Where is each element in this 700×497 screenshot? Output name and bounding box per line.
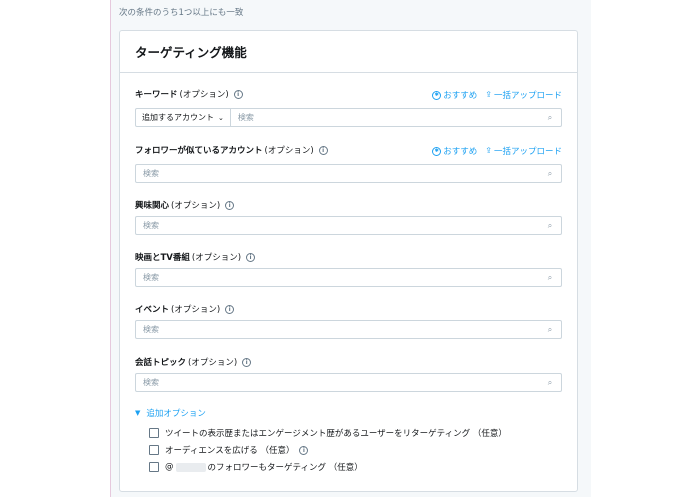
optional-text: (オプション) [171, 201, 221, 211]
lightbulb-circle-icon: ✱ [432, 90, 442, 100]
upload-icon: ⇪ [485, 90, 492, 99]
interests-label-text: 興味関心 [135, 201, 170, 211]
optional-text: (オプション) [179, 90, 229, 100]
search-placeholder: 検索 [143, 273, 159, 282]
events-label-text: イベント [135, 305, 170, 315]
expand-audience-option[interactable]: オーディエンスを広げる （任意） i [149, 444, 309, 456]
info-icon[interactable]: i [225, 304, 235, 314]
follower-links: ✱ おすすめ ⇪ 一括アップロード [432, 145, 562, 157]
follower-targeting-label: のフォロワーもターゲティング （任意） [207, 463, 363, 473]
search-icon[interactable]: ⌕ [543, 113, 557, 123]
movies-tv-label-text: 映画とTV番組 [135, 253, 190, 263]
recommend-label: おすすめ [443, 91, 478, 101]
search-icon[interactable]: ⌕ [543, 169, 557, 179]
recommend-link[interactable]: ✱ おすすめ [432, 89, 477, 101]
dropdown-selected: 追加するアカウント [142, 113, 214, 122]
card-header: ターゲティング機能 [120, 31, 577, 73]
retarget-checkbox[interactable] [149, 428, 159, 438]
events-label: イベント (オプション) i [135, 303, 562, 315]
retarget-option[interactable]: ツイートの表示歴またはエンゲージメント歴があるユーザーをリターゲティング （任意… [149, 427, 507, 439]
triangle-down-icon: ▼ [135, 409, 141, 417]
targeting-card: ターゲティング機能 キーワード (オプション) i ✱ おすすめ ⇪ 一括アップロー… [119, 30, 578, 492]
keyword-links: ✱ おすすめ ⇪ 一括アップロード [432, 89, 562, 101]
follower-targeting-at: @ [165, 462, 174, 472]
events-section: イベント (オプション) i 検索 ⌕ [135, 303, 562, 339]
search-icon[interactable]: ⌕ [543, 325, 557, 335]
optional-text: (オプション) [171, 305, 221, 315]
keyword-account-dropdown[interactable]: 追加するアカウント ⌄ [136, 109, 231, 126]
bulk-upload-label: 一括アップロード [493, 147, 562, 157]
interests-search-input[interactable]: 検索 ⌕ [135, 216, 562, 235]
info-icon[interactable]: i [299, 445, 309, 455]
keyword-section: キーワード (オプション) i ✱ おすすめ ⇪ 一括アップロード 追加するアカウン… [135, 88, 562, 127]
follower-lookalike-search-input[interactable]: 検索 ⌕ [135, 164, 562, 183]
follower-lookalike-label-text: フォロワーが似ているアカウント [135, 146, 263, 156]
search-placeholder: 検索 [143, 378, 159, 387]
redacted-handle [175, 462, 206, 472]
lightbulb-circle-icon: ✱ [432, 146, 442, 156]
search-icon[interactable]: ⌕ [543, 221, 557, 231]
conversation-topics-search-input[interactable]: 検索 ⌕ [135, 373, 562, 392]
bulk-upload-label: 一括アップロード [493, 91, 562, 101]
info-icon[interactable]: i [225, 200, 235, 210]
bulk-upload-link[interactable]: ⇪ 一括アップロード [485, 89, 562, 102]
expand-audience-label: オーディエンスを広げる （任意） [165, 446, 295, 456]
conversation-topics-label-text: 会話トピック [135, 358, 187, 368]
upload-icon: ⇪ [485, 146, 492, 155]
bulk-upload-link[interactable]: ⇪ 一括アップロード [485, 145, 562, 158]
interests-section: 興味関心 (オプション) i 検索 ⌕ [135, 199, 562, 235]
additional-options-label: 追加オプション [146, 409, 206, 419]
chevron-down-icon: ⌄ [218, 113, 224, 122]
movies-tv-section: 映画とTV番組 (オプション) i 検索 ⌕ [135, 251, 562, 287]
conversation-topics-section: 会話トピック (オプション) i 検索 ⌕ [135, 356, 562, 392]
conversation-topics-label: 会話トピック (オプション) i [135, 356, 562, 368]
optional-text: (オプション) [191, 253, 242, 263]
info-icon[interactable]: i [318, 145, 328, 155]
search-icon[interactable]: ⌕ [543, 273, 557, 283]
keyword-search-input[interactable]: 追加するアカウント ⌄ 検索 ⌕ [135, 108, 562, 127]
search-placeholder: 検索 [143, 221, 159, 230]
movies-tv-label: 映画とTV番組 (オプション) i [135, 251, 562, 263]
follower-targeting-option[interactable]: @ のフォロワーもターゲティング （任意） [149, 461, 363, 473]
follower-lookalike-section: フォロワーが似ているアカウント (オプション) i ✱ おすすめ ⇪ 一括アップロー… [135, 144, 562, 183]
retarget-label: ツイートの表示歴またはエンゲージメント歴があるユーザーをリターゲティング （任意… [165, 429, 507, 439]
movies-tv-search-input[interactable]: 検索 ⌕ [135, 268, 562, 287]
keyword-label-text: キーワード [135, 90, 178, 100]
info-icon[interactable]: i [233, 89, 243, 99]
search-icon[interactable]: ⌕ [543, 378, 557, 388]
card-title: ターゲティング機能 [135, 45, 247, 60]
optional-text: (オプション) [264, 146, 314, 156]
keyword-placeholder: 検索 [237, 113, 254, 122]
info-icon[interactable]: i [246, 252, 256, 262]
expand-audience-checkbox[interactable] [149, 445, 159, 455]
info-icon[interactable]: i [242, 357, 252, 367]
events-search-input[interactable]: 検索 ⌕ [135, 320, 562, 339]
follower-targeting-checkbox[interactable] [149, 462, 159, 472]
recommend-label: おすすめ [443, 147, 478, 157]
search-placeholder: 検索 [143, 169, 159, 178]
optional-text: (オプション) [188, 358, 238, 368]
recommend-link[interactable]: ✱ おすすめ [432, 145, 477, 157]
additional-options-toggle[interactable]: ▼ 追加オプション [135, 407, 206, 419]
interests-label: 興味関心 (オプション) i [135, 199, 562, 211]
condition-note: 次の条件のうち1つ以上にも一致 [119, 8, 244, 18]
search-placeholder: 検索 [143, 325, 159, 334]
